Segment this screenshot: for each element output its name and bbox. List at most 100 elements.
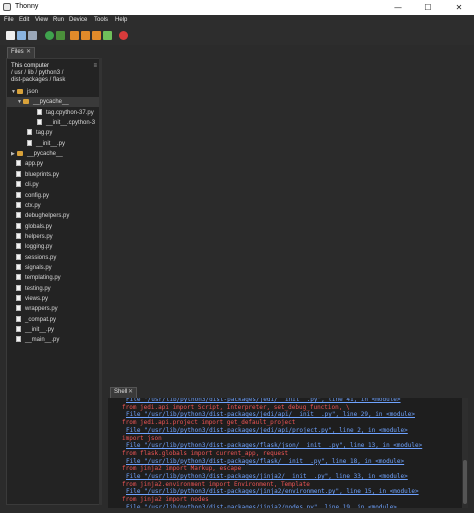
step-over-icon[interactable] bbox=[70, 31, 79, 40]
tree-file[interactable]: __main__.py bbox=[16, 335, 59, 345]
tree-item-label: __pycache__ bbox=[33, 99, 69, 106]
tree-folder[interactable]: ▼ __pycache__ bbox=[7, 97, 99, 108]
window-title: Thonny bbox=[15, 3, 39, 10]
tree-item-label: app.py bbox=[25, 161, 44, 168]
files-header: This computer ≡ / usr / lib / python3 / … bbox=[11, 63, 97, 84]
tree-item-label: sessions.py bbox=[25, 254, 57, 261]
tree-file[interactable]: templating.py bbox=[16, 273, 61, 283]
folder-icon bbox=[17, 151, 23, 157]
stop-icon[interactable] bbox=[119, 31, 128, 40]
files-menu-icon[interactable]: ≡ bbox=[93, 63, 97, 70]
file-icon bbox=[16, 295, 21, 301]
tree-item-label: tag.py bbox=[36, 130, 53, 137]
file-icon bbox=[16, 326, 21, 333]
thonny-app-icon bbox=[3, 3, 11, 11]
shell-scrollbar[interactable] bbox=[462, 398, 468, 508]
tree-file[interactable]: ctx.py bbox=[16, 201, 41, 211]
menu-bar: File Edit View Run Device Tools Help bbox=[0, 15, 474, 27]
menu-edit[interactable]: Edit bbox=[19, 17, 29, 23]
tree-item-label: helpers.py bbox=[25, 233, 53, 240]
tree-file[interactable]: logging.py bbox=[16, 242, 52, 252]
tree-item-label: __init__.py bbox=[25, 327, 55, 334]
tab-shell[interactable]: Shell ✕ bbox=[110, 387, 137, 398]
resume-icon[interactable] bbox=[103, 31, 112, 40]
tree-item-label: testing.py bbox=[25, 285, 51, 292]
files-tab-bar: Files ✕ bbox=[6, 46, 103, 58]
debug-icon[interactable] bbox=[56, 31, 65, 40]
tab-shell-label: Shell bbox=[114, 389, 128, 395]
breadcrumb-line2[interactable]: dist-packages / flask bbox=[11, 77, 97, 84]
tree-file[interactable]: testing.py bbox=[16, 284, 51, 294]
tree-file[interactable]: blueprints.py bbox=[16, 170, 59, 180]
maximize-button[interactable]: ☐ bbox=[413, 0, 443, 15]
step-out-icon[interactable] bbox=[92, 31, 101, 40]
minimize-button[interactable]: — bbox=[383, 0, 413, 15]
tree-file[interactable]: config.py bbox=[16, 191, 49, 201]
tree-file[interactable]: sessions.py bbox=[16, 253, 56, 263]
files-scrollbar[interactable] bbox=[99, 58, 102, 505]
tree-file[interactable]: debughelpers.py bbox=[16, 211, 69, 221]
file-icon bbox=[27, 129, 32, 136]
menu-view[interactable]: View bbox=[35, 17, 48, 23]
menu-tools[interactable]: Tools bbox=[94, 17, 108, 23]
tree-item-label: _compat.py bbox=[25, 316, 57, 323]
file-icon bbox=[37, 108, 42, 115]
tree-file[interactable]: cli.py bbox=[16, 180, 39, 190]
files-location: This computer bbox=[11, 63, 50, 69]
tree-file[interactable]: __init__.py bbox=[16, 325, 54, 335]
file-icon bbox=[16, 243, 21, 250]
save-file-icon[interactable] bbox=[28, 31, 37, 40]
folder-icon bbox=[17, 89, 23, 94]
tree-folder[interactable]: ▼ json bbox=[11, 87, 38, 97]
shell-scrollbar-thumb[interactable] bbox=[463, 460, 467, 504]
menu-run[interactable]: Run bbox=[53, 17, 64, 23]
traceback-file-link[interactable]: File "/usr/lib/python3/dist-packages/jed… bbox=[126, 427, 408, 435]
tree-file[interactable]: wrappers.py bbox=[16, 304, 58, 314]
status-bar bbox=[0, 508, 474, 513]
tree-item-label: __init__.cpython-3 bbox=[46, 120, 96, 127]
tree-file[interactable]: _compat.py bbox=[16, 315, 56, 325]
file-icon bbox=[16, 274, 21, 281]
file-icon bbox=[16, 222, 21, 229]
tree-file[interactable]: globals.py bbox=[16, 222, 52, 232]
tree-item-label: logging.py bbox=[25, 244, 53, 251]
toolbar bbox=[0, 27, 474, 45]
file-icon bbox=[16, 191, 21, 198]
close-icon[interactable]: ✕ bbox=[26, 48, 31, 57]
menu-device[interactable]: Device bbox=[69, 17, 87, 23]
file-icon bbox=[16, 201, 21, 208]
tree-file[interactable]: views.py bbox=[16, 294, 48, 304]
tree-file[interactable]: tag.py bbox=[27, 128, 52, 138]
tree-file[interactable]: signals.py bbox=[16, 263, 52, 273]
new-file-icon[interactable] bbox=[6, 31, 15, 40]
open-file-icon[interactable] bbox=[17, 31, 26, 40]
tree-file[interactable]: helpers.py bbox=[16, 232, 53, 242]
shell-tab-bar: Shell ✕ bbox=[106, 386, 474, 398]
tree-folder[interactable]: ▶ __pycache__ bbox=[11, 149, 63, 159]
tree-file[interactable]: __init__.cpython-3 bbox=[37, 118, 95, 128]
file-icon bbox=[16, 170, 21, 177]
step-into-icon[interactable] bbox=[81, 31, 90, 40]
file-icon bbox=[16, 315, 21, 322]
close-icon[interactable]: ✕ bbox=[128, 388, 133, 397]
tree-file[interactable]: tag.cpython-37.py bbox=[37, 108, 94, 118]
tree-file[interactable]: app.py bbox=[16, 159, 43, 169]
editor-area[interactable] bbox=[104, 45, 474, 381]
file-icon bbox=[16, 336, 21, 343]
breadcrumb-line1[interactable]: / usr / lib / python3 / bbox=[11, 70, 97, 77]
file-icon bbox=[27, 139, 32, 146]
tab-files-label: Files bbox=[11, 49, 24, 55]
menu-file[interactable]: File bbox=[4, 17, 14, 23]
run-icon[interactable] bbox=[45, 31, 54, 40]
tree-item-label: cli.py bbox=[25, 182, 39, 189]
close-button[interactable]: ✕ bbox=[444, 0, 474, 15]
tree-item-label: config.py bbox=[25, 192, 50, 199]
tab-files[interactable]: Files ✕ bbox=[7, 47, 35, 58]
tree-item-label: json bbox=[27, 89, 39, 95]
tree-item-label: signals.py bbox=[25, 264, 52, 271]
file-icon bbox=[16, 181, 21, 188]
tree-file[interactable]: __init__.py bbox=[27, 139, 65, 149]
menu-help[interactable]: Help bbox=[115, 17, 127, 23]
shell-output[interactable]: File "/usr/lib/python3/dist-packages/jed… bbox=[108, 398, 462, 508]
tree-item-label: __init__.py bbox=[36, 140, 66, 147]
